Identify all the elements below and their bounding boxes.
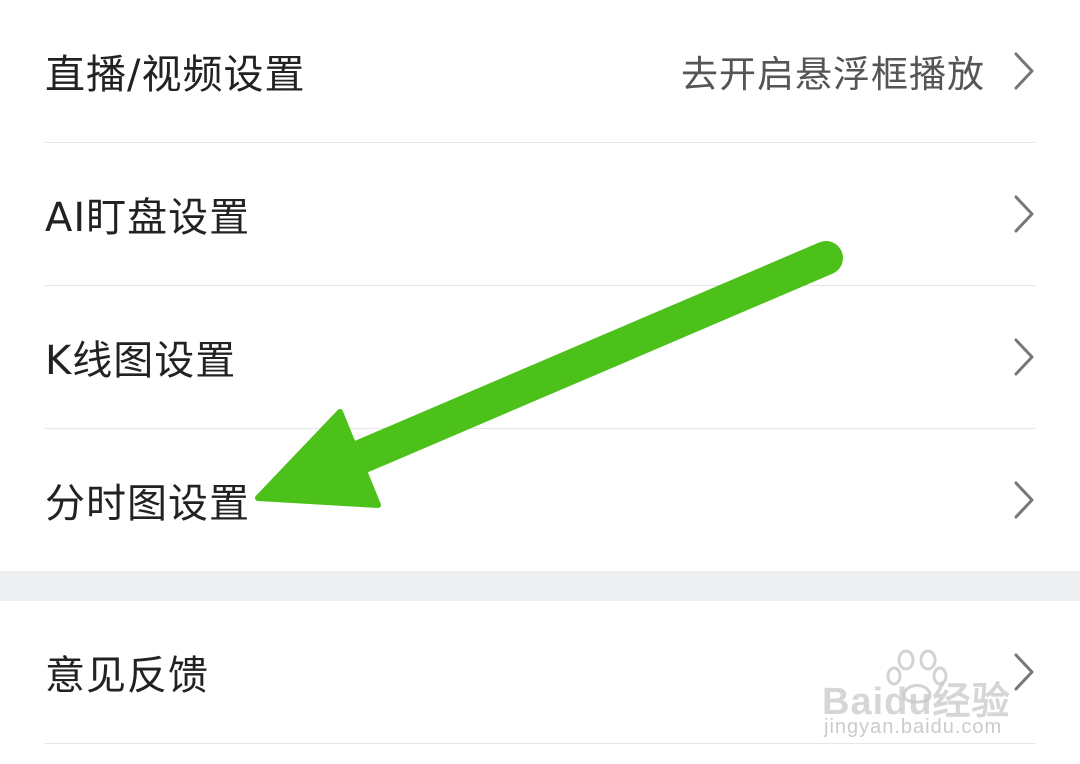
settings-item-ai-monitor[interactable]: AI盯盘设置 bbox=[0, 143, 1080, 285]
settings-item-label: 分时图设置 bbox=[45, 481, 250, 527]
settings-item-feedback[interactable]: 意见反馈 bbox=[0, 601, 1080, 743]
chevron-right-icon bbox=[1013, 51, 1035, 91]
settings-item-label: 直播/视频设置 bbox=[45, 52, 306, 98]
chevron-right-icon bbox=[1013, 480, 1035, 520]
settings-item-timeshare[interactable]: 分时图设置 bbox=[0, 429, 1080, 571]
divider bbox=[45, 743, 1035, 744]
settings-group-feedback: 意见反馈 bbox=[0, 601, 1080, 744]
chevron-right-icon bbox=[1013, 194, 1035, 234]
chevron-right-icon bbox=[1013, 652, 1035, 692]
settings-item-live-video[interactable]: 直播/视频设置 去开启悬浮框播放 bbox=[0, 0, 1080, 142]
section-separator bbox=[0, 571, 1080, 601]
settings-item-label: AI盯盘设置 bbox=[45, 195, 251, 241]
settings-group-display: 直播/视频设置 去开启悬浮框播放 AI盯盘设置 K线图设置 分时图设置 bbox=[0, 0, 1080, 571]
settings-item-kline[interactable]: K线图设置 bbox=[0, 286, 1080, 428]
settings-item-value: 去开启悬浮框播放 bbox=[681, 53, 985, 96]
chevron-right-icon bbox=[1013, 337, 1035, 377]
settings-item-label: K线图设置 bbox=[45, 338, 237, 384]
settings-item-label: 意见反馈 bbox=[45, 653, 209, 699]
settings-screen: 直播/视频设置 去开启悬浮框播放 AI盯盘设置 K线图设置 分时图设置 意见反馈… bbox=[0, 0, 1080, 764]
